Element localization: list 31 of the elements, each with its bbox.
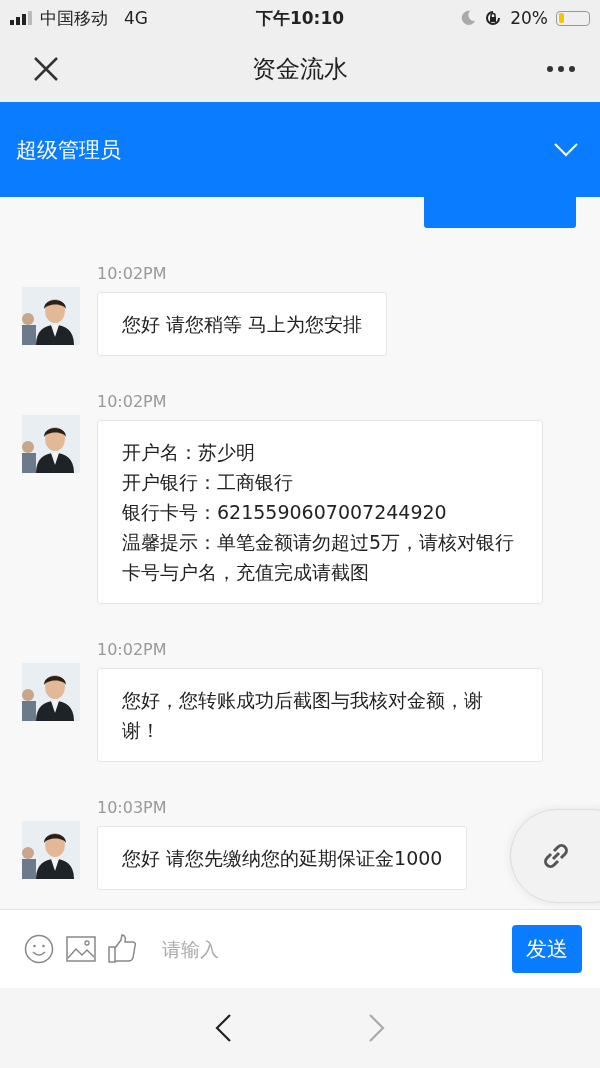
send-button[interactable]: 发送 [512, 925, 582, 973]
message-text: 温馨提示：单笔金额请勿超过5万，请核对银行卡号与户名，充值完成请截图 [122, 530, 516, 585]
message-text: 您好 请您稍等 马上为您安排 [122, 312, 363, 337]
rotation-lock-icon [484, 9, 503, 27]
header-title: 超级管理员 [16, 136, 121, 164]
battery-percent: 20% [510, 8, 548, 28]
link-icon [541, 841, 571, 871]
chevron-icon[interactable] [554, 142, 578, 157]
message-text: 您好，您转账成功后截图与我核对金额，谢谢！ [122, 688, 484, 743]
page-title: 资金流水 [252, 54, 348, 85]
message-time: 10:02PM [97, 392, 168, 412]
clock-time: 下午10:10 [255, 6, 345, 30]
message-text: 开户银行：工商银行 [122, 470, 294, 495]
close-icon[interactable] [33, 56, 59, 82]
thumbs-up-icon[interactable] [108, 934, 136, 964]
message-text: 银行卡号：6215590607007244920 [122, 500, 448, 525]
message-time: 10:02PM [97, 264, 168, 284]
message-text: 您好 请您先缴纳您的延期保证金1000 [122, 846, 443, 871]
message-input[interactable]: 请输入 [160, 937, 500, 961]
back-icon[interactable] [214, 1013, 232, 1043]
signal-icon [10, 11, 32, 25]
carrier-name: 中国移动 [40, 6, 108, 30]
network-type: 4G [124, 8, 148, 28]
moon-icon [460, 10, 477, 26]
message-time: 10:02PM [97, 640, 168, 660]
message-time: 10:03PM [97, 798, 168, 818]
battery-icon [556, 10, 590, 26]
more-icon[interactable] [546, 65, 576, 73]
message-text: 开户名：苏少明 [122, 440, 256, 465]
image-icon[interactable] [66, 936, 96, 962]
smiley-icon[interactable] [24, 934, 54, 964]
